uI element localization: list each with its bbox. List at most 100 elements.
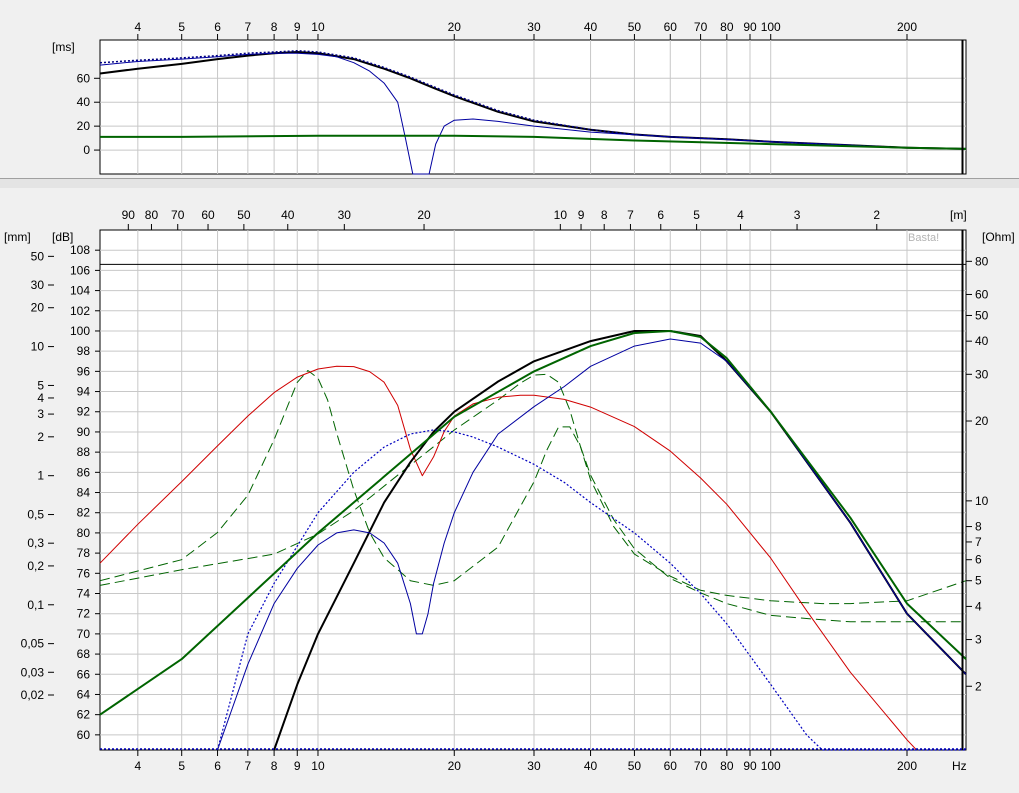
db-tick-label: 62 — [77, 708, 91, 722]
db-tick-label: 68 — [77, 647, 91, 661]
ohm-tick-label: 5 — [975, 574, 982, 588]
frequency-tick-label: 5 — [178, 759, 185, 773]
frequency-tick-label: 8 — [271, 759, 278, 773]
db-tick-label: 88 — [77, 445, 91, 459]
db-tick-label: 92 — [77, 405, 91, 419]
wavelength-tick-label: 60 — [201, 208, 215, 222]
group-delay-x-tick-label: 40 — [584, 20, 598, 34]
frequency-tick-label: 70 — [694, 759, 708, 773]
ohm-tick-label: 60 — [975, 287, 989, 301]
ohm-tick-label: 7 — [975, 535, 982, 549]
group-delay-unit-label: [ms] — [52, 40, 75, 54]
group-delay-y-tick-label: 60 — [77, 71, 91, 85]
mm-tick-label: 2 — [37, 430, 44, 444]
wavelength-tick-label: 2 — [873, 208, 880, 222]
db-tick-label: 96 — [77, 364, 91, 378]
group-delay-plot-area — [99, 39, 967, 175]
ohm-tick-label: 8 — [975, 520, 982, 534]
mm-tick-label: 20 — [31, 301, 45, 315]
wavelength-tick-label: 90 — [122, 208, 136, 222]
frequency-tick-label: 60 — [664, 759, 678, 773]
group-delay-x-tick-label: 80 — [720, 20, 734, 34]
db-tick-label: 60 — [77, 728, 91, 742]
group-delay-y-tick-label: 20 — [77, 119, 91, 133]
db-tick-label: 108 — [70, 243, 90, 257]
mm-unit-label: [mm] — [4, 230, 31, 244]
ohm-tick-label: 50 — [975, 308, 989, 322]
group-delay-x-tick-label: 5 — [178, 20, 185, 34]
mm-tick-label: 3 — [37, 407, 44, 421]
db-tick-label: 64 — [77, 687, 91, 701]
chart-window: 4 5 6 7 8 9 10 20 30 40 50 60 70 80 90 100 200 0 20 40 60 [… — [0, 0, 1019, 793]
group-delay-x-tick-label: 10 — [311, 20, 325, 34]
frequency-tick-label: 7 — [245, 759, 252, 773]
wavelength-tick-label: 40 — [281, 208, 295, 222]
ohm-tick-label: 6 — [975, 553, 982, 567]
frequency-tick-label: 100 — [761, 759, 781, 773]
db-unit-label: [dB] — [52, 230, 73, 244]
wavelength-tick-label: 20 — [417, 208, 431, 222]
db-tick-label: 80 — [77, 526, 91, 540]
group-delay-x-tick-label: 30 — [527, 20, 541, 34]
ohm-tick-label: 80 — [975, 254, 989, 268]
mm-tick-label: 0,05 — [21, 637, 45, 651]
frequency-tick-label: 80 — [720, 759, 734, 773]
ohm-tick-label: 10 — [975, 494, 989, 508]
ohm-unit-label: [Ohm] — [982, 230, 1015, 244]
wavelength-tick-label: 30 — [338, 208, 352, 222]
ohm-tick-label: 3 — [975, 633, 982, 647]
frequency-tick-label: 30 — [527, 759, 541, 773]
frequency-tick-label: 200 — [897, 759, 917, 773]
db-tick-label: 104 — [70, 284, 90, 298]
wavelength-tick-label: 10 — [554, 208, 568, 222]
ohm-tick-label: 40 — [975, 334, 989, 348]
wavelength-tick-label: 7 — [627, 208, 634, 222]
ohm-tick-label: 20 — [975, 414, 989, 428]
ohm-tick-label: 30 — [975, 367, 989, 381]
group-delay-x-tick-label: 50 — [628, 20, 642, 34]
db-tick-label: 74 — [77, 586, 91, 600]
mm-tick-label: 0,5 — [27, 508, 44, 522]
frequency-tick-label: 9 — [294, 759, 301, 773]
group-delay-y-tick-label: 40 — [77, 95, 91, 109]
db-tick-label: 76 — [77, 566, 91, 580]
wavelength-tick-label: 80 — [145, 208, 159, 222]
group-delay-x-tick-label: 90 — [743, 20, 757, 34]
frequency-tick-label: 40 — [584, 759, 598, 773]
group-delay-panel: 4 5 6 7 8 9 10 20 30 40 50 60 70 80 90 100 200 0 20 40 60 [… — [52, 20, 967, 175]
hz-unit-label: Hz — [952, 759, 967, 773]
basta-watermark: Basta! — [908, 232, 939, 244]
db-tick-label: 82 — [77, 506, 91, 520]
group-delay-x-tick-label: 7 — [245, 20, 252, 34]
wavelength-tick-label: 3 — [794, 208, 801, 222]
group-delay-x-tick-label: 20 — [448, 20, 462, 34]
wavelength-tick-label: 5 — [693, 208, 700, 222]
group-delay-x-tick-label: 9 — [294, 20, 301, 34]
frequency-tick-label: 20 — [448, 759, 462, 773]
db-tick-label: 84 — [77, 486, 91, 500]
mm-tick-label: 0,03 — [21, 665, 45, 679]
ohm-tick-label: 2 — [975, 679, 982, 693]
mm-tick-label: 0,3 — [27, 536, 44, 550]
wavelength-tick-label: 4 — [737, 208, 744, 222]
db-tick-label: 72 — [77, 607, 91, 621]
frequency-tick-label: 4 — [134, 759, 141, 773]
mm-tick-label: 1 — [37, 469, 44, 483]
mm-tick-label: 0,1 — [27, 598, 44, 612]
group-delay-y-tick-label: 0 — [83, 143, 90, 157]
wavelength-unit-label: [m] — [950, 208, 967, 222]
frequency-response-plot-area — [99, 229, 967, 751]
wavelength-tick-label: 6 — [657, 208, 664, 222]
chart-canvas: 4 5 6 7 8 9 10 20 30 40 50 60 70 80 90 100 200 0204060 [… — [0, 0, 1019, 793]
frequency-tick-label: 90 — [743, 759, 757, 773]
group-delay-x-tick-label: 4 — [134, 20, 141, 34]
wavelength-tick-label: 50 — [237, 208, 251, 222]
group-delay-x-tick-label: 70 — [694, 20, 708, 34]
group-delay-x-tick-label: 100 — [761, 20, 781, 34]
group-delay-x-tick-label: 6 — [214, 20, 221, 34]
panel-divider — [0, 178, 1019, 188]
wavelength-tick-label: 8 — [601, 208, 608, 222]
db-tick-label: 94 — [77, 385, 91, 399]
db-tick-label: 98 — [77, 344, 91, 358]
mm-tick-label: 4 — [37, 391, 44, 405]
